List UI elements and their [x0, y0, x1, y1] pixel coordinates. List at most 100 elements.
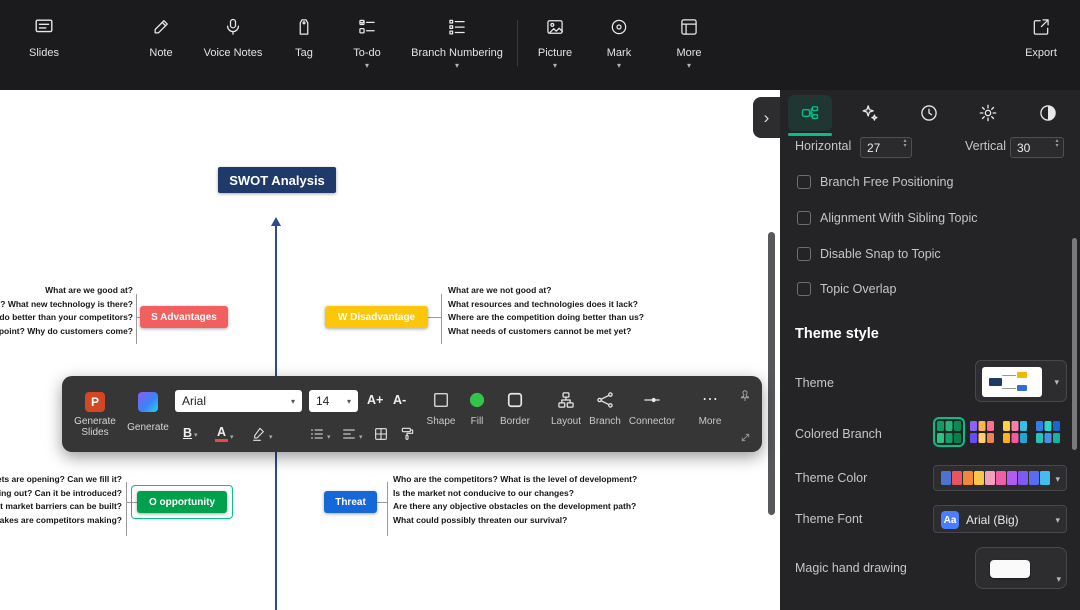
- bold-button[interactable]: B ▾: [183, 426, 198, 440]
- export-button[interactable]: Export: [1006, 14, 1076, 59]
- branch-icon: [597, 392, 613, 408]
- caret-down-icon: ▾: [616, 61, 621, 70]
- color-chip: [941, 471, 951, 485]
- theme-font-value: Arial (Big): [966, 513, 1019, 527]
- floating-format-toolbar: P Generate Slides Generate Arial ▾ 14 ▾ …: [62, 376, 762, 452]
- theme-font-select[interactable]: Aa Arial (Big) ▾: [933, 505, 1067, 533]
- theme-select[interactable]: ▾: [975, 360, 1067, 402]
- gear-icon: [979, 104, 997, 122]
- border-button[interactable]: Border: [495, 390, 535, 440]
- canvas-vertical-scrollbar[interactable]: [768, 232, 775, 515]
- window-icon: [679, 14, 699, 40]
- topic-advantages[interactable]: S Advantages: [140, 306, 228, 328]
- font-badge-icon: Aa: [941, 511, 959, 529]
- increase-font-button[interactable]: A+: [367, 393, 383, 407]
- font-size-select[interactable]: 14 ▾: [309, 390, 358, 412]
- checkbox-topic-overlap[interactable]: [797, 282, 811, 296]
- note-line: Where are the competition doing better t…: [448, 312, 644, 322]
- panel-collapse-button[interactable]: ›: [753, 97, 780, 138]
- resize-toolbar-handle[interactable]: [740, 430, 751, 448]
- notes-top-left[interactable]: What are we good at? e? What new technol…: [0, 284, 133, 338]
- checkbox-disable-snap-to-topic[interactable]: [797, 247, 811, 261]
- connector-line: [387, 482, 388, 536]
- align-button[interactable]: ▾: [341, 426, 363, 442]
- note-button[interactable]: Note: [126, 14, 196, 59]
- connector-button[interactable]: Connector: [624, 390, 680, 440]
- root-topic-swot-analysis[interactable]: SWOT Analysis: [218, 167, 336, 193]
- tag-icon: [294, 14, 314, 40]
- vertical-stepper[interactable]: ▴ ▾: [1052, 138, 1062, 149]
- colored-branch-style-3[interactable]: [1003, 421, 1027, 448]
- color-chip: [963, 471, 973, 485]
- format-painter-button[interactable]: [399, 426, 415, 442]
- topic-opportunity[interactable]: O opportunity: [137, 491, 227, 513]
- font-color-button[interactable]: A ▾: [215, 426, 234, 442]
- todo-button[interactable]: To-do ▾: [332, 14, 402, 70]
- magic-hand-drawing-select[interactable]: ▾: [975, 547, 1067, 589]
- table-button[interactable]: [373, 426, 389, 442]
- mark-button[interactable]: Mark ▾: [584, 14, 654, 70]
- tab-settings[interactable]: [966, 95, 1010, 131]
- mark-icon: [609, 14, 629, 40]
- pin-toolbar-button[interactable]: [738, 389, 752, 408]
- todo-icon: [357, 14, 377, 40]
- checkbox-branch-free-positioning[interactable]: [797, 175, 811, 189]
- colored-branch-style-2[interactable]: [970, 421, 994, 448]
- connector-icon: [644, 397, 660, 403]
- branch-numbering-label: Branch Numbering: [411, 47, 503, 59]
- notes-bottom-left[interactable]: arkets are opening? Can we fill it? omin…: [0, 473, 122, 527]
- note-line: arkets are opening? Can we fill it?: [0, 474, 122, 484]
- checkbox-alignment-sibling-topic[interactable]: [797, 211, 811, 225]
- ai-generate-button[interactable]: [138, 392, 158, 412]
- fill-color-icon: [469, 392, 485, 408]
- font-family-select[interactable]: Arial ▾: [175, 390, 302, 412]
- note-line: What resources and technologies does it …: [448, 298, 638, 309]
- clock-icon: [921, 105, 937, 121]
- more-button[interactable]: More ▾: [654, 14, 724, 70]
- horizontal-label: Horizontal: [795, 139, 852, 153]
- highlight-button[interactable]: ▾: [251, 426, 273, 442]
- horizontal-stepper[interactable]: ▴ ▾: [900, 138, 910, 149]
- tab-theme-mode[interactable]: [1026, 95, 1070, 131]
- checkbox-label: Disable Snap to Topic: [820, 247, 941, 261]
- ellipsis-icon: ⋯: [702, 391, 718, 408]
- chevron-right-icon: ›: [763, 107, 770, 127]
- theme-color-select[interactable]: ▾: [933, 465, 1067, 491]
- colored-branch-style-1-selected[interactable]: [933, 417, 965, 447]
- fill-button[interactable]: Fill: [457, 390, 497, 440]
- theme-label: Theme: [795, 376, 834, 390]
- toolbar-more-button[interactable]: ⋯ More: [690, 390, 730, 440]
- note-line: Are there any objective obstacles on the…: [393, 501, 637, 511]
- tag-button[interactable]: Tag: [269, 14, 339, 59]
- slides-button[interactable]: Slides: [9, 14, 79, 59]
- tab-ai-magic[interactable]: [847, 95, 891, 131]
- decrease-font-button[interactable]: A-: [393, 393, 406, 407]
- generate-slides-button[interactable]: P: [85, 392, 105, 412]
- note-line: What could possibly threaten our surviva…: [393, 514, 568, 525]
- note-line: n do better than your competitors?: [0, 312, 133, 322]
- branch-numbering-button[interactable]: Branch Numbering ▾: [397, 14, 517, 70]
- tab-history[interactable]: [907, 95, 951, 131]
- theme-preview-root: [989, 378, 1002, 386]
- font-color-glyph: A: [216, 425, 227, 439]
- shape-button[interactable]: Shape: [421, 390, 461, 440]
- topic-disadvantage[interactable]: W Disadvantage: [325, 306, 428, 328]
- color-chip: [985, 471, 995, 485]
- branch-button[interactable]: Branch: [585, 390, 625, 440]
- layout-button[interactable]: Layout: [546, 390, 586, 440]
- topic-threat[interactable]: Threat: [324, 491, 377, 513]
- colored-branch-style-4[interactable]: [1036, 421, 1060, 448]
- note-line: What are we good at?: [45, 285, 133, 295]
- branch-colors-mixed-icon: [1003, 421, 1027, 443]
- mindmap-canvas[interactable]: SWOT Analysis S Advantages W Disadvantag…: [0, 90, 780, 610]
- panel-vertical-scrollbar[interactable]: [1072, 238, 1077, 450]
- voice-notes-button[interactable]: Voice Notes: [188, 14, 278, 59]
- bullet-list-button[interactable]: ▾: [309, 426, 331, 442]
- notes-bottom-right[interactable]: Who are the competitors? What is the lev…: [393, 473, 637, 527]
- note-line: Who are the competitors? What is the lev…: [393, 474, 638, 484]
- picture-icon: [545, 14, 565, 40]
- picture-button[interactable]: Picture ▾: [520, 14, 590, 70]
- tab-topic-settings[interactable]: [788, 95, 832, 131]
- notes-top-right[interactable]: What are we not good at? What resources …: [448, 284, 644, 338]
- caret-down-icon: ▾: [1055, 143, 1059, 149]
